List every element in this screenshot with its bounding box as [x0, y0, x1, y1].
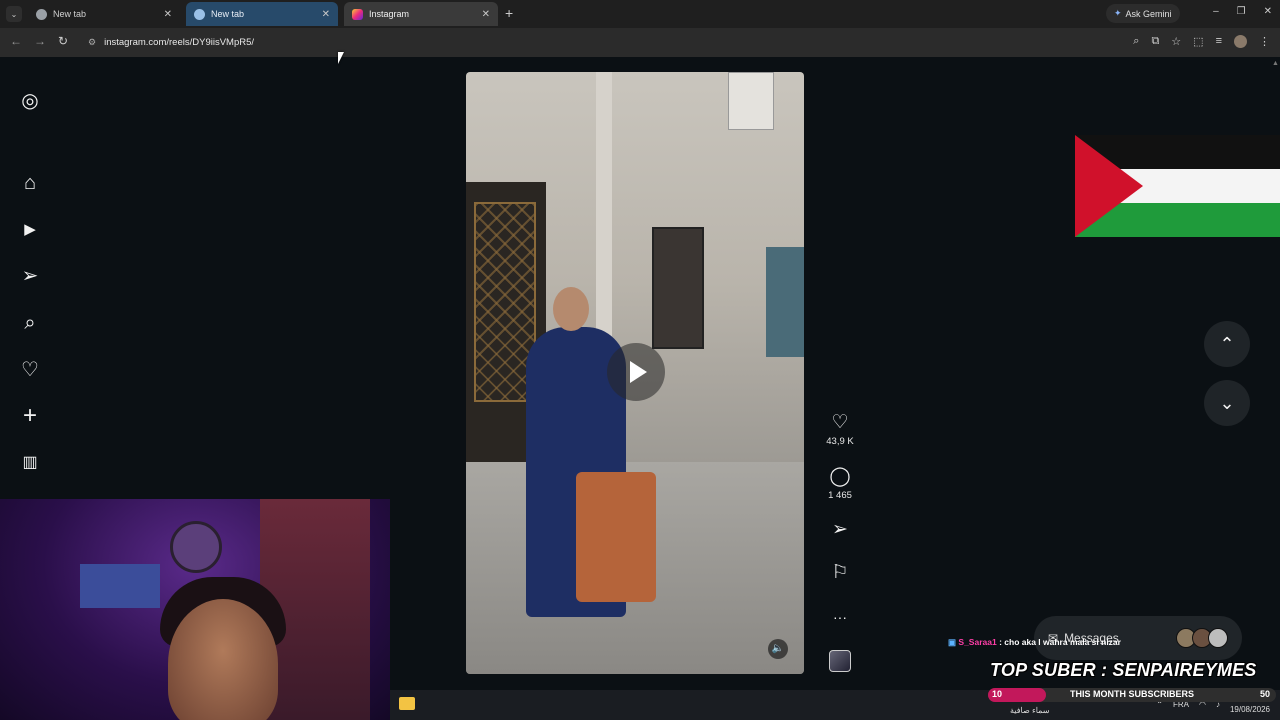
scrollbar-up-arrow-icon[interactable]: ▲	[1272, 60, 1279, 70]
back-arrow-icon[interactable]: ←	[10, 34, 22, 48]
ask-gemini-label: Ask Gemini	[1125, 8, 1172, 19]
chat-message: : cho aka l wahra mala si nizar	[999, 637, 1121, 647]
tab-label: New tab	[211, 9, 245, 19]
gemini-sparkle-icon: ✦	[1114, 8, 1122, 18]
chat-username: S_Saraa1	[958, 637, 997, 647]
comment-count: 1 465	[828, 490, 852, 501]
message-avatars	[1176, 628, 1228, 648]
profile-avatar[interactable]	[1234, 35, 1247, 48]
chat-badge-icon: ▣	[948, 637, 957, 647]
webcam-scene-poster	[80, 564, 160, 608]
search-icon[interactable]: ⌕	[19, 312, 41, 334]
address-bar[interactable]: ⚙ instagram.com/reels/DY9iisVMpR5/	[82, 32, 1122, 53]
messages-icon[interactable]: ➢	[19, 265, 41, 287]
reload-icon[interactable]: ↻	[58, 34, 68, 48]
comment-action[interactable]: ◯ 1 465	[820, 466, 860, 501]
like-action[interactable]: ♡ 43,9 K	[820, 412, 860, 447]
next-reel-button[interactable]: ⌄	[1204, 380, 1250, 426]
site-info-icon[interactable]: ⚙	[88, 37, 96, 48]
stream-chat-line: ▣ S_Saraa1 : cho aka l wahra mala si niz…	[948, 637, 1121, 648]
minimize-button[interactable]: –	[1213, 6, 1219, 17]
more-action[interactable]: ···	[820, 606, 860, 628]
home-icon[interactable]: ⌂	[19, 172, 41, 194]
video-scene-window	[766, 247, 804, 357]
zoom-icon[interactable]: ⌕	[1133, 35, 1139, 48]
file-explorer-icon[interactable]	[399, 697, 415, 710]
video-scene-suitcase	[576, 472, 656, 602]
instagram-sidebar: ◎ ⌂ ▶ ➢ ⌕ ♡ + ▥	[0, 57, 60, 497]
webcam-scene-streamer	[168, 599, 278, 720]
top-suber-banner: TOP SUBER : SENPAIREYMES	[990, 660, 1257, 680]
screen: ⌄ New tab ✕ New tab ✕ Instagram ✕ + ✦ As…	[0, 0, 1280, 720]
instagram-logo-icon[interactable]: ◎	[19, 90, 41, 112]
media-controls-icon[interactable]: ≡	[1216, 35, 1222, 48]
streamer-webcam	[0, 499, 390, 720]
chrome-icon	[194, 8, 205, 20]
tab-label: New tab	[53, 9, 87, 19]
browser-toolbar: ← → ↻ ⚙ instagram.com/reels/DY9iisVMpR5/…	[0, 28, 1280, 57]
flag-triangle-red	[1075, 135, 1143, 237]
subscriber-goal-target: 50	[1259, 689, 1270, 699]
webcam-scene-wall-clock	[170, 521, 222, 573]
previous-reel-button[interactable]: ⌃	[1204, 321, 1250, 367]
palestine-flag-overlay	[1075, 135, 1280, 237]
install-app-icon[interactable]: ⧉	[1151, 35, 1159, 48]
forward-arrow-icon[interactable]: →	[34, 34, 46, 48]
share-send-icon[interactable]: ➢	[820, 519, 860, 541]
close-tab-icon[interactable]: ✕	[322, 9, 330, 20]
tab-search-icon[interactable]: ⌄	[6, 6, 22, 22]
mouse-cursor-icon	[338, 52, 344, 64]
bookmark-star-icon[interactable]: ☆	[1171, 35, 1181, 48]
close-window-button[interactable]: ✕	[1264, 6, 1272, 17]
video-scene-ac-unit	[728, 72, 774, 130]
video-scene-window	[652, 227, 704, 349]
chrome-icon	[36, 8, 47, 20]
toolbar-actions: ⌕ ⧉ ☆ ⬚ ≡ ⋮	[1133, 35, 1270, 48]
url-text: instagram.com/reels/DY9iisVMpR5/	[104, 37, 255, 48]
extensions-icon[interactable]: ⬚	[1193, 35, 1203, 48]
subscriber-goal-bar: 10 THIS MONTH SUBSCRIBERS 50	[988, 688, 1276, 702]
video-scene-person-head	[553, 287, 589, 331]
menu-kebab-icon[interactable]: ⋮	[1259, 35, 1270, 48]
mute-speaker-icon[interactable]: 🔈	[768, 639, 788, 659]
close-tab-icon[interactable]: ✕	[482, 9, 490, 20]
bookmark-icon[interactable]: ⚐	[820, 562, 860, 584]
tab-new-tab-2[interactable]: New tab ✕	[186, 2, 338, 26]
comment-bubble-icon[interactable]: ◯	[820, 466, 860, 488]
window-controls: – ❐ ✕	[1213, 6, 1272, 17]
tab-instagram[interactable]: Instagram ✕	[344, 2, 498, 26]
tab-label: Instagram	[369, 9, 410, 19]
weather-text: سماء صافية	[1010, 706, 1050, 715]
restore-button[interactable]: ❐	[1237, 6, 1246, 17]
instagram-favicon-icon	[352, 8, 363, 20]
save-action[interactable]: ⚐	[820, 562, 860, 584]
avatar	[1208, 628, 1228, 648]
subscriber-goal-label: THIS MONTH SUBSCRIBERS	[1069, 689, 1194, 699]
heart-icon[interactable]: ♡	[820, 412, 860, 434]
browser-tab-bar: ⌄ New tab ✕ New tab ✕ Instagram ✕ + ✦ As…	[0, 0, 1280, 28]
more-options-icon[interactable]: ···	[820, 606, 860, 628]
notifications-heart-icon[interactable]: ♡	[19, 359, 41, 381]
clock-date: 19/08/2026	[1229, 705, 1270, 714]
create-plus-icon[interactable]: +	[19, 404, 41, 428]
ask-gemini-button[interactable]: ✦ Ask Gemini	[1106, 4, 1180, 23]
reels-icon[interactable]: ▶	[19, 219, 41, 241]
tab-new-tab-1[interactable]: New tab ✕	[28, 2, 180, 26]
close-tab-icon[interactable]: ✕	[164, 9, 172, 20]
dashboard-icon[interactable]: ▥	[19, 452, 41, 474]
like-count: 43,9 K	[826, 436, 854, 447]
share-action[interactable]: ➢	[820, 519, 860, 541]
audio-thumbnail[interactable]	[829, 650, 851, 672]
play-button-icon[interactable]	[607, 343, 665, 401]
new-tab-button[interactable]: +	[505, 5, 513, 21]
